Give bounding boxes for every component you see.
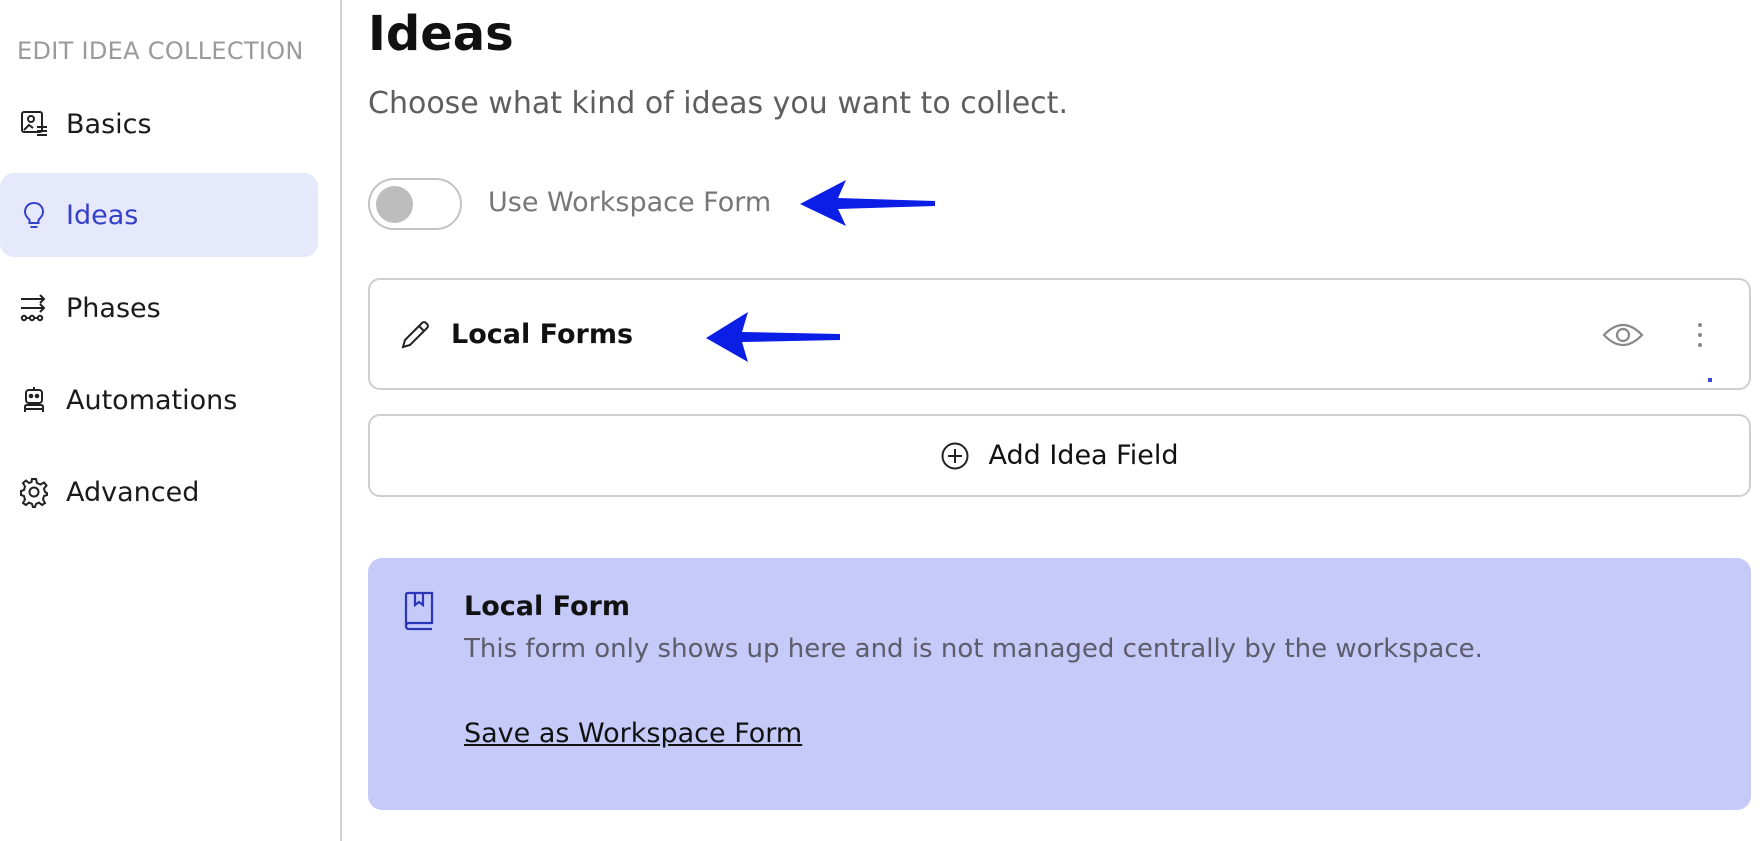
form-card-title: Local Forms — [451, 319, 634, 350]
phases-flow-icon — [17, 291, 51, 325]
add-idea-field-label: Add Idea Field — [988, 440, 1179, 471]
book-bookmark-icon — [404, 591, 434, 631]
sidebar-item-label: Automations — [66, 384, 238, 416]
sidebar-item-label: Ideas — [66, 199, 139, 231]
page-title: Ideas — [368, 6, 514, 62]
main-content: Ideas Choose what kind of ideas you want… — [368, 0, 1762, 841]
indicator-dot — [1708, 378, 1712, 382]
sidebar: EDIT IDEA COLLECTION Basics Ideas Phases… — [0, 0, 342, 841]
save-as-workspace-form-link[interactable]: Save as Workspace Form — [464, 718, 802, 749]
eye-icon[interactable] — [1602, 318, 1644, 352]
sidebar-item-label: Phases — [66, 292, 161, 324]
toggle-label: Use Workspace Form — [488, 187, 772, 218]
robot-icon — [17, 383, 51, 417]
sidebar-item-label: Basics — [66, 108, 152, 140]
add-idea-field-button[interactable]: Add Idea Field — [368, 414, 1751, 497]
sidebar-item-automations[interactable]: Automations — [0, 358, 318, 442]
annotation-arrow-icon — [706, 312, 840, 362]
toggle-knob — [376, 186, 413, 223]
sidebar-item-label: Advanced — [66, 476, 200, 508]
sidebar-item-ideas[interactable]: Ideas — [0, 173, 318, 257]
lightbulb-icon — [17, 198, 51, 232]
page-subtitle: Choose what kind of ideas you want to co… — [368, 86, 1068, 121]
sidebar-title: EDIT IDEA COLLECTION — [17, 37, 304, 65]
use-workspace-form-toggle[interactable] — [368, 178, 462, 230]
sidebar-item-basics[interactable]: Basics — [0, 82, 318, 166]
info-description: This form only shows up here and is not … — [464, 634, 1483, 664]
plus-circle-icon — [941, 442, 969, 469]
local-form-info-panel: Local Form This form only shows up here … — [368, 558, 1751, 810]
pencil-icon — [401, 321, 429, 349]
image-settings-icon — [17, 107, 51, 141]
info-title: Local Form — [464, 591, 630, 622]
local-forms-card[interactable]: Local Forms — [368, 278, 1751, 390]
sidebar-item-advanced[interactable]: Advanced — [0, 450, 318, 534]
more-options-icon[interactable] — [1690, 316, 1710, 354]
annotation-arrow-icon — [800, 180, 935, 226]
sidebar-item-phases[interactable]: Phases — [0, 266, 318, 350]
gear-icon — [17, 475, 51, 509]
